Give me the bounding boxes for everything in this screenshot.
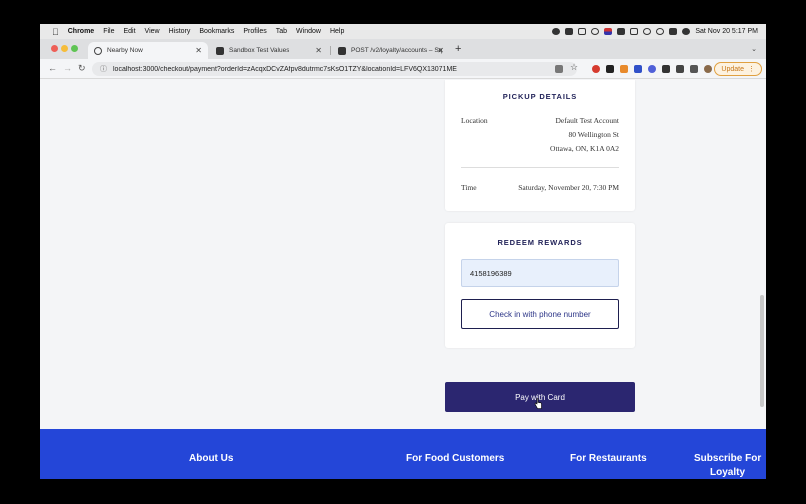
toolbar: ← → ↻ ⓘ localhost:3000/checkout/payment?… [40,59,766,79]
flag-icon[interactable] [604,28,613,35]
extension-red-icon[interactable] [592,65,600,73]
update-label: Update [721,65,744,73]
minimize-window-icon[interactable] [61,45,68,52]
chevron-down-icon[interactable]: ⌄ [751,45,757,53]
address-bar[interactable]: ⓘ localhost:3000/checkout/payment?orderI… [92,62,577,76]
screen-record-icon[interactable] [565,28,574,35]
metamask-icon[interactable] [620,65,628,73]
globe-icon [94,46,102,55]
location-line-1: Default Test Account [555,116,620,125]
hand-cursor-icon [534,398,542,409]
tab-label: POST /v2/loyalty/accounts – Sq [351,47,443,54]
square-logo-icon [216,46,224,55]
menu-help[interactable]: Help [330,28,344,35]
footer-subscribe-line-1: Subscribe For [694,453,762,464]
star-icon[interactable]: ☆ [570,62,578,72]
footer-about-us[interactable]: About Us [189,453,233,464]
extension-dark-icon[interactable] [606,65,614,73]
battery-icon[interactable] [630,28,639,35]
footer: About Us For Food Customers For Restaura… [40,429,766,479]
avatar[interactable] [704,65,712,73]
macos-menubar:  Chrome File Edit View History Bookmark… [40,24,766,39]
more-vertical-icon: ⋮ [748,66,755,73]
menu-file[interactable]: File [103,28,114,35]
puzzle-icon[interactable] [676,65,684,73]
new-tab-icon[interactable]: + [455,43,461,55]
target-icon[interactable] [591,28,600,35]
status-app-icon[interactable] [552,28,561,35]
tab-label: Sandbox Test Values [229,47,290,54]
browser-screen:  Chrome File Edit View History Bookmark… [40,24,766,479]
search-icon[interactable] [656,28,665,35]
redeem-rewards-card: REDEEM REWARDS Check in with phone numbe… [445,223,635,348]
zoom-window-icon[interactable] [71,45,78,52]
close-window-icon[interactable] [51,45,58,52]
tab-divider [330,46,331,55]
location-label: Location [461,116,488,125]
pickup-details-card: PICKUP DETAILS Location Default Test Acc… [445,80,635,211]
divider [461,167,619,168]
footer-for-restaurants[interactable]: For Restaurants [570,453,647,464]
phone-number-input[interactable] [461,259,619,287]
menubar-clock[interactable]: Sat Nov 20 5:17 PM [695,28,758,35]
close-tab-icon[interactable]: ✕ [315,46,322,55]
reading-list-icon[interactable] [690,65,698,73]
page-content: PICKUP DETAILS Location Default Test Acc… [40,80,766,479]
menu-tab[interactable]: Tab [276,28,287,35]
forward-arrow-icon[interactable]: → [63,63,72,73]
tab-strip: Nearby Now ✕ Sandbox Test Values ✕ POST … [40,39,766,59]
scrollbar-thumb[interactable] [760,295,764,407]
square-logo-icon [338,46,346,55]
volume-icon[interactable] [617,28,626,35]
url-text[interactable]: localhost:3000/checkout/payment?orderId=… [113,66,457,73]
extension-gear-icon[interactable] [662,65,670,73]
pickup-details-title: PICKUP DETAILS [502,92,578,101]
menubar-status-area: Sat Nov 20 5:17 PM [552,24,758,39]
footer-subscribe-line-2: Loyalty [710,467,746,478]
menu-window[interactable]: Window [296,28,321,35]
close-tab-icon[interactable]: ✕ [437,46,444,55]
location-line-3: Ottawa, ON, K1A 0A2 [550,144,619,153]
siri-icon[interactable] [682,28,691,35]
chevron-up-icon[interactable] [578,28,587,35]
menu-profiles[interactable]: Profiles [243,28,266,35]
extension-v-icon[interactable] [634,65,642,73]
redeem-rewards-title: REDEEM REWARDS [497,238,583,247]
control-center-icon[interactable] [669,28,678,35]
info-icon[interactable]: ⓘ [100,64,107,74]
time-label: Time [461,183,477,192]
footer-for-food-customers[interactable]: For Food Customers [406,453,504,464]
extension-blue-icon[interactable] [648,65,656,73]
tab-nearby-now[interactable]: Nearby Now ✕ [88,42,208,59]
back-arrow-icon[interactable]: ← [48,63,57,73]
update-button[interactable]: Update ⋮ [714,62,762,76]
menu-edit[interactable]: Edit [123,28,135,35]
apple-menu-icon[interactable]:  [52,27,59,37]
menu-view[interactable]: View [145,28,160,35]
tab-label: Nearby Now [107,47,143,54]
menu-bookmarks[interactable]: Bookmarks [199,28,234,35]
tab-sandbox-test-values[interactable]: Sandbox Test Values ✕ [210,42,328,59]
close-tab-icon[interactable]: ✕ [195,46,202,55]
menu-history[interactable]: History [169,28,191,35]
reload-icon[interactable]: ↻ [78,63,86,74]
check-in-button[interactable]: Check in with phone number [461,299,619,329]
cast-icon[interactable] [555,65,563,73]
tab-post-loyalty-accounts[interactable]: POST /v2/loyalty/accounts – Sq ✕ [332,42,450,59]
wifi-icon[interactable] [643,28,652,35]
menu-app-name[interactable]: Chrome [68,28,94,35]
location-line-2: 80 Wellington St [568,130,619,139]
time-value: Saturday, November 20, 7:30 PM [518,183,619,192]
